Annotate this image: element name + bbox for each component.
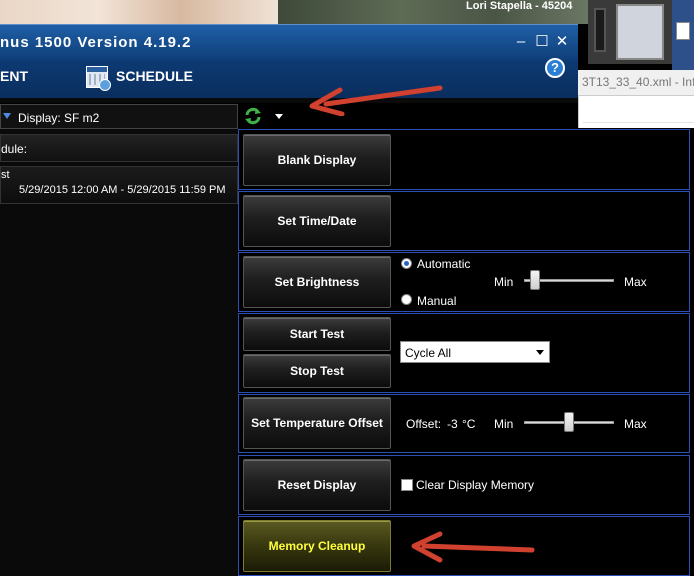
manual-label: Manual (417, 294, 457, 308)
brightness-max-label: Max (624, 275, 647, 289)
reset-display-button[interactable]: Reset Display (243, 459, 391, 511)
minimize-button[interactable]: – (512, 33, 530, 51)
help-icon[interactable]: ? (545, 58, 565, 78)
manual-radio[interactable] (401, 294, 412, 305)
title-bar[interactable]: nus 1500 Version 4.19.2 – ☐ ✕ (0, 24, 578, 60)
nav-item-event[interactable]: ENT (0, 68, 28, 84)
nav-item-schedule[interactable]: SCHEDULE (116, 68, 193, 84)
chevron-down-icon (536, 350, 544, 355)
blank-display-button[interactable]: Blank Display (243, 134, 391, 186)
brightness-slider-thumb[interactable] (529, 270, 540, 290)
dropdown-caret-icon[interactable] (275, 114, 283, 119)
set-brightness-button[interactable]: Set Brightness (243, 256, 391, 308)
temperature-slider-thumb[interactable] (564, 412, 574, 432)
start-test-button[interactable]: Start Test (243, 317, 391, 351)
refresh-icon[interactable] (243, 106, 263, 126)
close-button[interactable]: ✕ (553, 33, 571, 51)
temp-max-label: Max (624, 417, 647, 431)
automatic-radio[interactable] (401, 258, 412, 269)
offset-value: -3 (447, 417, 458, 431)
background-blue-window (672, 0, 694, 70)
schedule-entry[interactable]: st 5/29/2015 12:00 AM - 5/29/2015 11:59 … (0, 166, 238, 204)
document-line (583, 122, 694, 123)
brightness-min-label: Min (494, 275, 514, 289)
offset-label: Offset: (406, 417, 442, 431)
test-pattern-value: Cycle All (405, 346, 452, 360)
filmstrip-thumbnail (588, 0, 672, 64)
background-photo (0, 0, 278, 24)
film-frame (594, 8, 606, 52)
schedule-label: dule: (0, 134, 238, 162)
memory-cleanup-button[interactable]: Memory Cleanup (243, 520, 391, 572)
film-frame-large (616, 4, 664, 60)
annotation-arrow-icon (411, 531, 535, 563)
window-title: nus 1500 Version 4.19.2 (0, 34, 192, 51)
schedule-calendar-icon[interactable] (86, 66, 111, 91)
stop-test-button[interactable]: Stop Test (243, 354, 391, 388)
set-time-date-button[interactable]: Set Time/Date (243, 195, 391, 247)
background-document-tab[interactable]: 3T13_33_40.xml - InfoP (578, 70, 694, 96)
test-pattern-select[interactable]: Cycle All (400, 341, 550, 363)
calendar-header (87, 67, 107, 72)
window-icon (676, 22, 690, 40)
automatic-label: Automatic (417, 257, 471, 271)
offset-unit: °C (462, 417, 476, 431)
clock-icon (99, 79, 111, 91)
clear-memory-label: Clear Display Memory (416, 478, 535, 492)
expand-triangle-icon[interactable] (3, 113, 11, 119)
maximize-button[interactable]: ☐ (533, 33, 551, 51)
temp-min-label: Min (494, 417, 514, 431)
display-selector[interactable]: Display: SF m2 (0, 104, 238, 129)
set-temperature-offset-button[interactable]: Set Temperature Offset (243, 397, 391, 449)
background-caption: Lori Stapella - 45204 (466, 0, 573, 12)
clear-memory-checkbox[interactable] (401, 479, 413, 491)
display-label: Display: SF m2 (18, 111, 100, 125)
screenshot-root: Lori Stapella - 45204 3T13_33_40.xml - I… (0, 0, 694, 576)
schedule-entry-range: 5/29/2015 12:00 AM - 5/29/2015 11:59 PM (19, 184, 226, 196)
annotation-arrow-icon (309, 85, 443, 116)
schedule-entry-name: st (1, 169, 10, 181)
